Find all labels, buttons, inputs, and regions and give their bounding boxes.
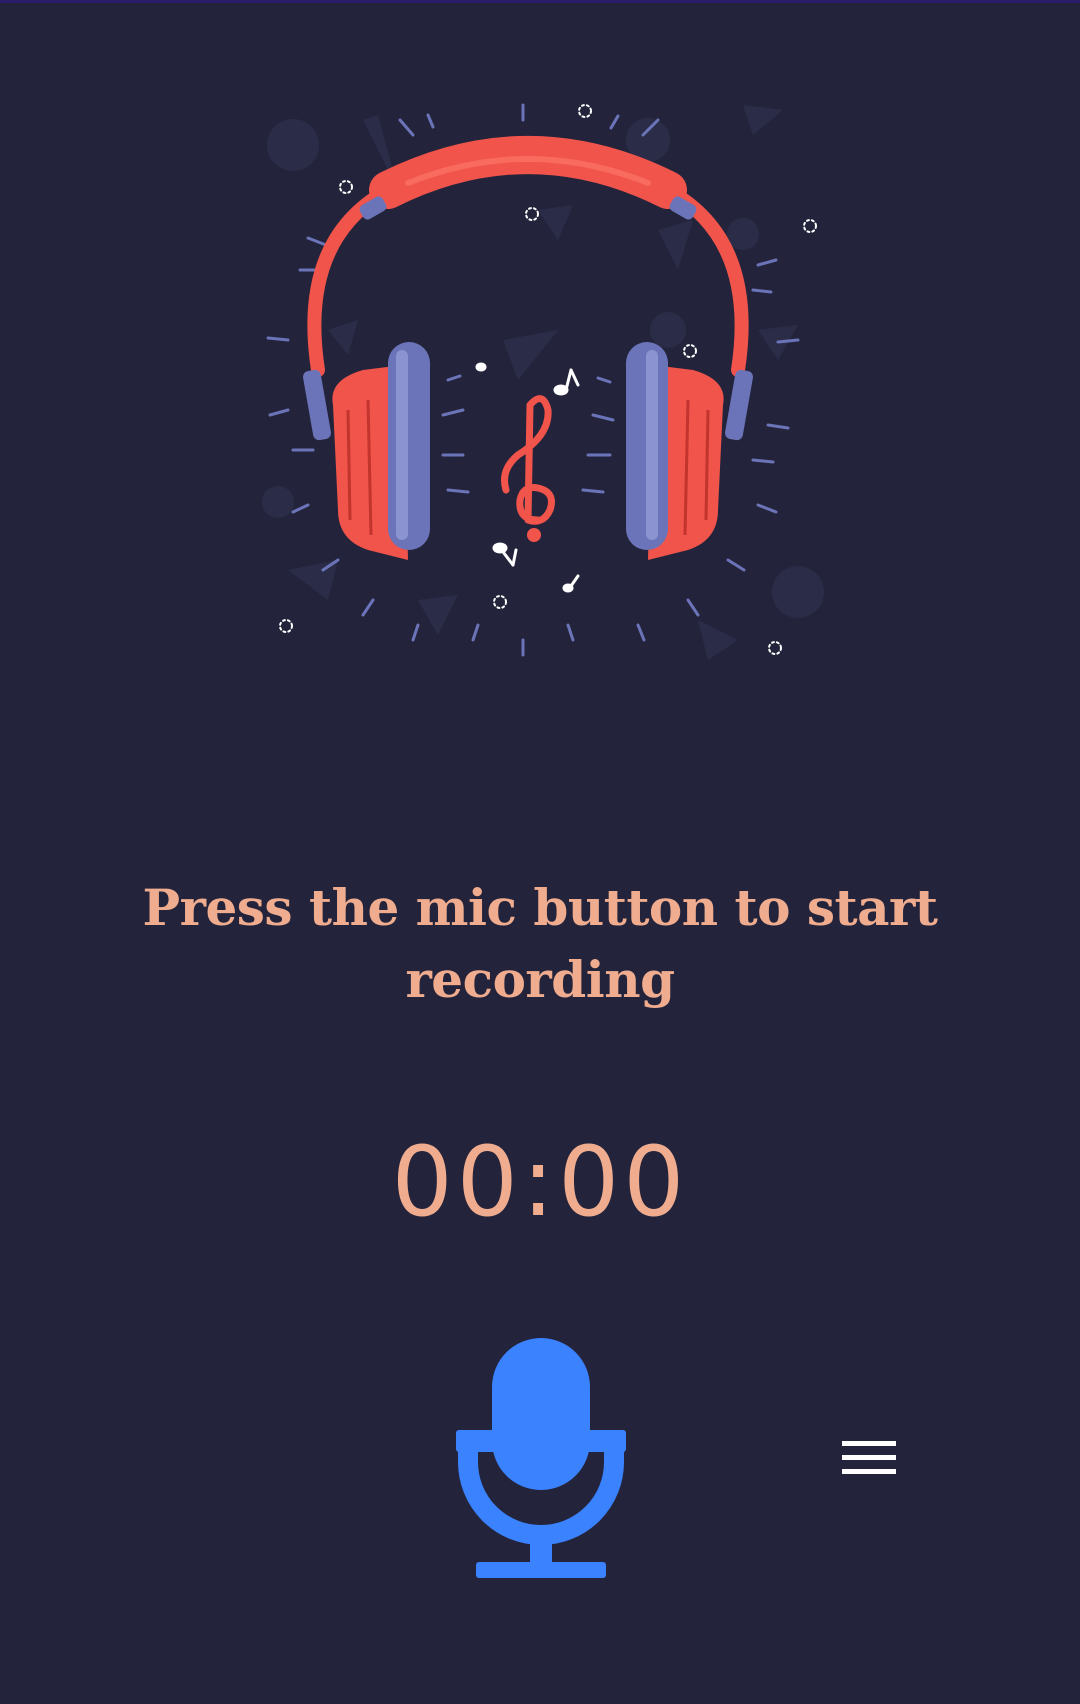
recording-prompt: Press the mic button to start recording xyxy=(142,878,938,1009)
headphones-illustration xyxy=(262,103,824,660)
recording-timer: 00:00 xyxy=(240,1122,840,1242)
menu-button[interactable] xyxy=(840,1436,898,1480)
hamburger-menu-icon xyxy=(842,1441,896,1474)
status-bar-line xyxy=(0,0,1080,3)
record-button[interactable] xyxy=(446,1330,636,1590)
timer-separator: : xyxy=(521,1126,559,1238)
microphone-icon xyxy=(456,1338,626,1578)
timer-minutes: 00 xyxy=(391,1126,522,1238)
timer-seconds: 00 xyxy=(558,1126,689,1238)
